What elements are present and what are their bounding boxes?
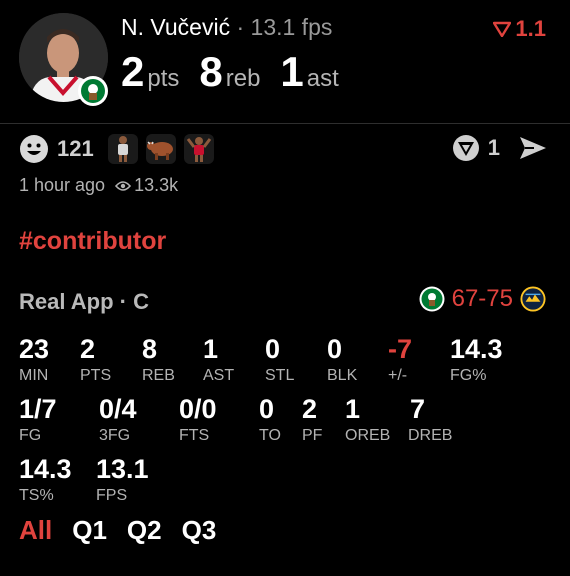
stat-label: OREB	[345, 427, 391, 444]
divider	[0, 123, 570, 124]
ast-unit: ast	[306, 65, 339, 92]
post-actions: 1	[452, 134, 548, 162]
stat-value: 0	[265, 334, 281, 364]
stat-value: 2	[80, 334, 96, 364]
pts-value: 2	[121, 48, 145, 95]
stat-pts: 2 PTS	[80, 336, 111, 384]
player-silhouette-icon[interactable]	[107, 134, 138, 164]
stat-value: 23	[19, 334, 50, 364]
stat-ts-pct: 14.3 TS%	[19, 456, 72, 504]
pts-unit: pts	[147, 65, 180, 92]
downvote-icon	[493, 21, 512, 37]
stat-label: FTS	[179, 427, 210, 444]
tab-q2[interactable]: Q2	[127, 515, 162, 546]
quarter-tabs: All Q1 Q2 Q3	[19, 515, 216, 546]
stat-value: -7	[388, 334, 413, 364]
stat-stl: 0 STL	[265, 336, 294, 384]
eye-icon	[115, 180, 132, 191]
stat-value: 1/7	[19, 394, 57, 424]
player-fps: 13.1 fps	[250, 14, 333, 40]
stat-value: 1	[345, 394, 361, 424]
reb-unit: reb	[225, 65, 261, 92]
stat-label: AST	[203, 367, 235, 384]
stat-label: TO	[259, 427, 281, 444]
bull-icon[interactable]	[145, 134, 176, 164]
stat-fg: 1/7 FG	[19, 396, 57, 444]
stat-value: 0/4	[99, 394, 137, 424]
stat-to: 0 TO	[259, 396, 281, 444]
player-header: N. Vučević · 13.1 fps	[121, 14, 332, 41]
reb-value: 8	[199, 48, 223, 95]
smiley-icon[interactable]	[19, 134, 49, 164]
stat-value: 8	[142, 334, 158, 364]
score-text: 67-75	[451, 285, 513, 312]
stat-value: 0/0	[179, 394, 217, 424]
game-title: Real App · C	[19, 289, 149, 314]
vote-indicator[interactable]: 1.1	[493, 16, 546, 42]
vote-value: 1.1	[515, 16, 546, 41]
time-ago: 1 hour ago	[19, 175, 106, 195]
player-name[interactable]: N. Vučević	[121, 14, 230, 40]
stat-value: 14.3	[19, 454, 72, 484]
reaction-count: 121	[57, 136, 94, 161]
tab-q1[interactable]: Q1	[72, 515, 107, 546]
stat-value: 14.3	[450, 334, 503, 364]
celtics-logo-icon	[78, 76, 108, 106]
stat-label: FG%	[450, 367, 487, 384]
statline: 2 pts 8 reb 1 ast	[121, 48, 359, 96]
vote-button[interactable]: 1	[452, 134, 500, 162]
nuggets-logo-icon	[520, 286, 546, 312]
stat-value: 7	[410, 394, 426, 424]
stat-oreb: 1 OREB	[345, 396, 390, 444]
stat-reb: 8 REB	[142, 336, 175, 384]
views: 13.3k	[115, 175, 178, 196]
reactions-bar: 121	[19, 134, 214, 164]
stat-min: 23 MIN	[19, 336, 49, 384]
stat-fg-pct: 14.3 FG%	[450, 336, 503, 384]
stat-dreb: 7 DREB	[408, 396, 452, 444]
stat-label: +/-	[388, 367, 408, 384]
stat-fts: 0/0 FTS	[179, 396, 217, 444]
views-count: 13.3k	[134, 175, 179, 195]
stat-3fg: 0/4 3FG	[99, 396, 137, 444]
vote-icon	[452, 135, 479, 161]
stat-label: REB	[142, 367, 175, 384]
stat-label: TS%	[19, 487, 54, 504]
stat-label: FG	[19, 427, 42, 444]
stat-value: 1	[203, 334, 219, 364]
vote-count: 1	[487, 135, 500, 160]
stat-label: DREB	[408, 427, 453, 444]
celtics-logo-icon	[419, 286, 445, 312]
stat-value: 0	[327, 334, 343, 364]
post-meta: 1 hour ago 13.3k	[19, 175, 178, 196]
send-icon[interactable]	[518, 135, 548, 161]
stat-label: MIN	[19, 367, 49, 384]
ast-value: 1	[280, 48, 304, 95]
stat-label: STL	[265, 367, 295, 384]
tab-q3[interactable]: Q3	[182, 515, 217, 546]
stat-value: 0	[259, 394, 275, 424]
stat-label: BLK	[327, 367, 358, 384]
stat-value: 13.1	[96, 454, 149, 484]
game-score[interactable]: 67-75	[419, 285, 546, 313]
hashtag[interactable]: #contributor	[19, 227, 166, 256]
stat-ast: 1 AST	[203, 336, 234, 384]
stat-blk: 0 BLK	[327, 336, 357, 384]
stat-plus-minus: -7 +/-	[388, 336, 412, 384]
stat-label: 3FG	[99, 427, 131, 444]
stat-label: FPS	[96, 487, 128, 504]
stat-pf: 2 PF	[302, 396, 322, 444]
stat-value: 2	[302, 394, 318, 424]
stat-fps: 13.1 FPS	[96, 456, 149, 504]
stat-label: PF	[302, 427, 323, 444]
stat-label: PTS	[80, 367, 112, 384]
player-dunk-icon[interactable]	[183, 134, 214, 164]
dot-separator: ·	[230, 14, 251, 40]
tab-all[interactable]: All	[19, 515, 52, 546]
